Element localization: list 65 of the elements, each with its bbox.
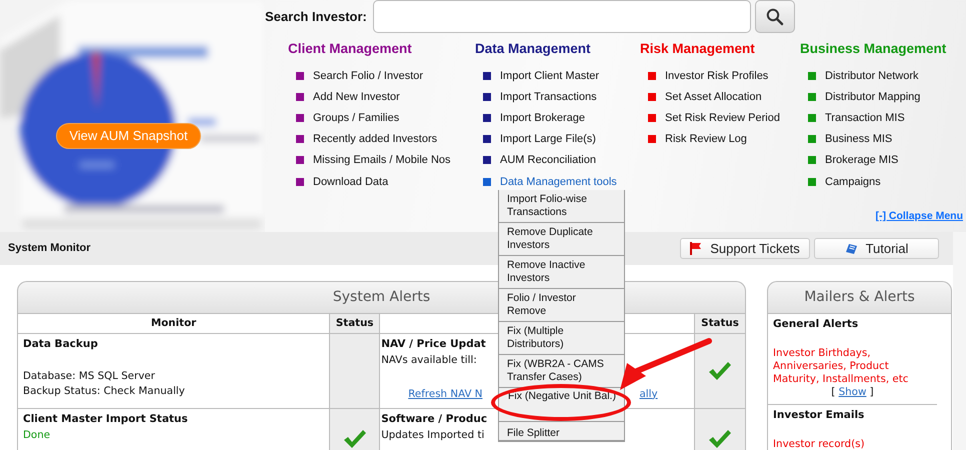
- menu-link[interactable]: Brokerage MIS: [825, 152, 898, 168]
- cell-text: Updates Imported ti: [381, 428, 484, 444]
- column-header: Status: [701, 317, 739, 329]
- panel-header: Mailers & Alerts: [767, 281, 952, 313]
- bracket-text: [: [831, 386, 836, 398]
- menu-link[interactable]: Groups / Families: [313, 110, 400, 126]
- section-title: System Monitor: [8, 241, 91, 256]
- bullet-icon: [483, 178, 491, 186]
- dropdown-item[interactable]: Folio / Investor Remove: [499, 289, 624, 322]
- status-text: Done: [23, 428, 50, 444]
- column-header: Status: [336, 317, 374, 329]
- menu-link[interactable]: Import Client Master: [500, 68, 600, 84]
- menu-link[interactable]: AUM Reconciliation: [500, 152, 596, 168]
- toolbar-button[interactable]: Tutorial: [814, 238, 939, 259]
- dropdown-item[interactable]: File Splitter: [499, 421, 624, 441]
- dropdown-item[interactable]: Remove Inactive Investors: [499, 256, 624, 289]
- show-link[interactable]: Show: [838, 386, 866, 398]
- dropdown-item[interactable]: Fix (Multiple Distributors): [499, 322, 624, 355]
- refresh-link[interactable]: ally: [639, 386, 658, 402]
- flag-icon: [690, 242, 702, 255]
- cell-text: Backup Status: Check Manually: [23, 384, 185, 400]
- alert-text: Investor record(s): [773, 438, 866, 450]
- menu-link[interactable]: Search Folio / Investor: [313, 68, 424, 84]
- menu-link[interactable]: Recently added Investors: [313, 130, 438, 147]
- cell-title: NAV / Price Updat: [381, 337, 486, 352]
- menu-heading: Client Management: [288, 40, 413, 58]
- section-heading: Investor Emails: [773, 409, 866, 422]
- book-icon: [844, 242, 858, 254]
- menu-link[interactable]: Transaction MIS: [825, 110, 905, 126]
- collapse-menu-link[interactable]: [-] Collapse Menu: [875, 209, 963, 225]
- search-button[interactable]: [755, 0, 795, 33]
- menu-link[interactable]: Distributor Mapping: [825, 88, 920, 105]
- bracket-text: ]: [870, 386, 874, 398]
- search-field[interactable]: [373, 0, 751, 33]
- toolbar-button[interactable]: Support Tickets: [680, 238, 810, 259]
- menu-link[interactable]: Add New Investor: [313, 88, 400, 105]
- section-heading: General Alerts: [773, 318, 860, 331]
- menu-heading: Business Management: [800, 40, 948, 58]
- menu-heading: Risk Management: [640, 40, 756, 58]
- menu-link[interactable]: Business MIS: [825, 130, 892, 147]
- search-icon: [766, 8, 784, 26]
- menu-link[interactable]: Set Risk Review Period: [665, 110, 780, 126]
- dropdown-item[interactable]: Remove Duplicate Investors: [499, 223, 624, 256]
- column-header: Monitor: [150, 317, 196, 329]
- dropdown-item[interactable]: Import Folio-wise Transactions: [499, 190, 624, 223]
- menu-link[interactable]: Download Data: [313, 174, 388, 190]
- alert-text: Investor Birthdays, Anniversaries, Product Maturity, Installments, etc: [773, 347, 910, 386]
- cell-text: NAVs available till:: [381, 353, 477, 368]
- menu-link[interactable]: Campaigns: [825, 174, 881, 190]
- menu-link[interactable]: Import Transactions: [500, 88, 597, 105]
- menu-link[interactable]: Risk Review Log: [665, 130, 747, 147]
- menu-link[interactable]: Missing Emails / Mobile Nos: [313, 152, 451, 168]
- cell-text: Database: MS SQL Server: [23, 368, 155, 384]
- refresh-link[interactable]: Refresh NAV N: [408, 386, 482, 402]
- cell-title: Software / Produc: [381, 412, 488, 428]
- menu-link[interactable]: Import Large File(s): [500, 130, 596, 147]
- menu-link[interactable]: Set Asset Allocation: [665, 88, 762, 105]
- menu-link[interactable]: Distributor Network: [825, 68, 919, 84]
- menu-link[interactable]: Import Brokerage: [500, 110, 585, 126]
- menu-heading: Data Management: [475, 40, 592, 58]
- cell-title: Data Backup: [23, 337, 98, 352]
- menu-link[interactable]: Investor Risk Profiles: [665, 68, 768, 84]
- menu-link[interactable]: Data Management tools: [500, 174, 617, 190]
- cell-title: Client Master Import Status: [23, 412, 188, 428]
- search-label: Search Investor:: [265, 8, 368, 26]
